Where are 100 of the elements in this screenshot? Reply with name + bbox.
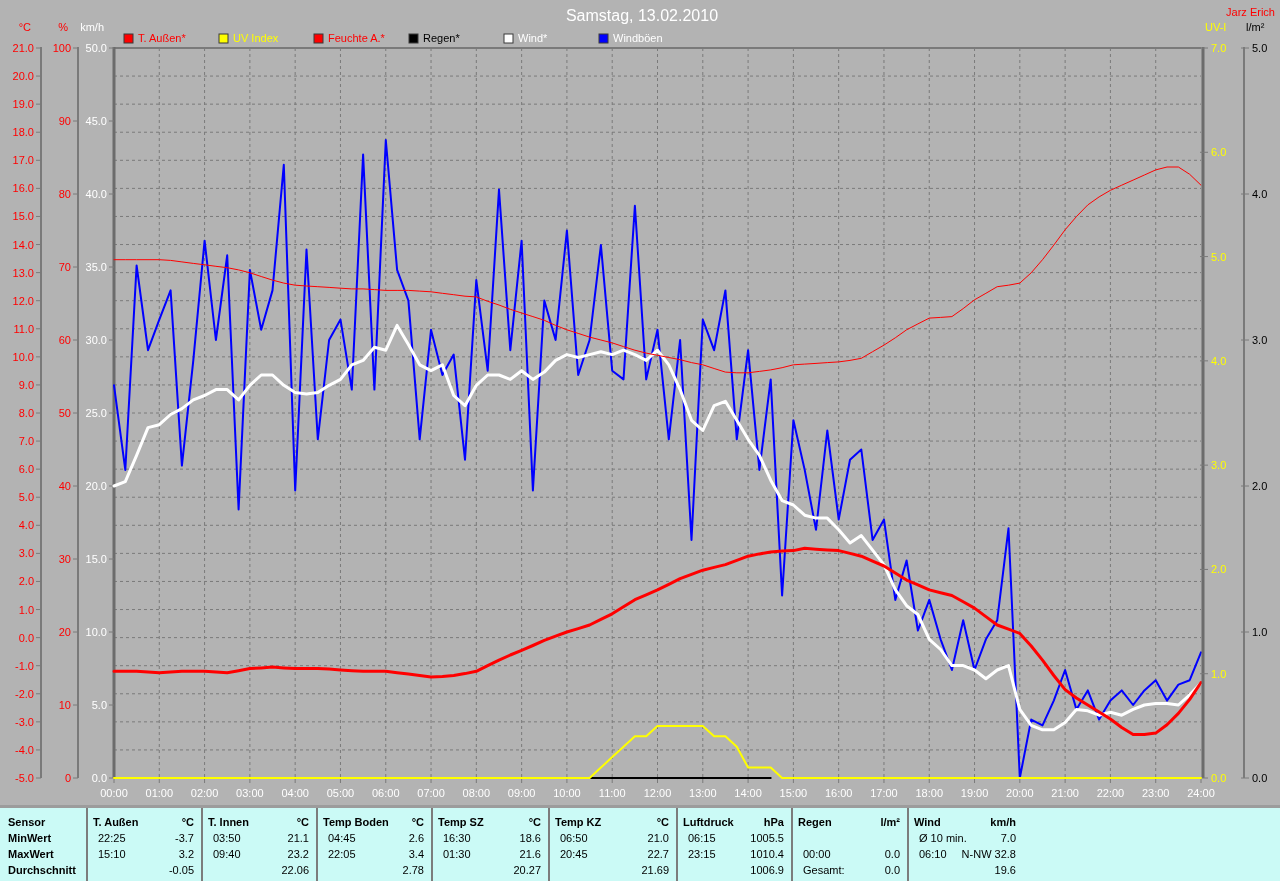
axis-tick-label: 10:00 bbox=[553, 787, 581, 799]
table-cell-text: 23:15 bbox=[687, 847, 716, 862]
axis-tick-label: 6.0 bbox=[1211, 146, 1227, 159]
axis-tick-label: 50.0 bbox=[85, 42, 107, 54]
axis-tick-label: 6.0 bbox=[18, 463, 34, 476]
row-label: MinWert bbox=[8, 831, 53, 846]
table-cell-text: 16:30 bbox=[442, 831, 471, 846]
table-cell-text: -0.05 bbox=[168, 863, 194, 878]
axis-tick-label: 21:00 bbox=[1051, 787, 1079, 799]
axis-tick-label: 3.0 bbox=[18, 547, 34, 560]
axis-tick-label: 05:00 bbox=[326, 787, 355, 799]
table-cell-text: 3.4 bbox=[408, 847, 424, 862]
axis-tick-label: 13.0 bbox=[12, 266, 34, 279]
axis-tick-label: 02:00 bbox=[190, 787, 219, 799]
axis-title: l/m² bbox=[1246, 21, 1265, 33]
axis-tick-label: 7.0 bbox=[1211, 42, 1227, 54]
axis-tick-label: 0 bbox=[64, 772, 71, 784]
column-header: T. Außen bbox=[92, 815, 139, 830]
table-header: Sensor bbox=[8, 815, 47, 830]
axis-tick-label: 40.0 bbox=[85, 188, 107, 200]
axis-title: % bbox=[58, 21, 68, 33]
column-header: Regen bbox=[797, 815, 832, 830]
axis-tick-label: 3.0 bbox=[1211, 459, 1227, 472]
axis-tick-label: 4.0 bbox=[1252, 188, 1268, 200]
table-cell-text: 20.27 bbox=[513, 863, 541, 878]
axis-tick-label: -2.0 bbox=[15, 687, 34, 700]
axis-tick-label: 40 bbox=[58, 480, 71, 492]
axis-tick-label: 04:00 bbox=[281, 787, 309, 799]
table-cell-text: -3.7 bbox=[175, 831, 194, 846]
table-cell-text: Gesamt: bbox=[802, 863, 845, 878]
axis-tick-label: 14:00 bbox=[734, 787, 762, 799]
axis-tick-label: 19.0 bbox=[12, 98, 34, 111]
axis-tick-label: 2.0 bbox=[18, 575, 34, 588]
table-cell-text: 2.78 bbox=[402, 863, 424, 878]
axis-tick-label: 90 bbox=[58, 115, 71, 127]
axis-tick-label: 8.0 bbox=[18, 407, 34, 419]
row-label: MaxWert bbox=[8, 847, 55, 862]
axis-tick-label: 20.0 bbox=[12, 70, 34, 83]
unit-label: °C bbox=[296, 815, 309, 830]
table-cell-text: 19.6 bbox=[994, 863, 1016, 878]
table-cell-text: 7.0 bbox=[1000, 831, 1016, 846]
axis-tick-label: 01:00 bbox=[145, 787, 174, 799]
axis-tick-label: 17.0 bbox=[12, 154, 34, 167]
axis-tick-label: 23:00 bbox=[1141, 787, 1170, 799]
author-name: Jarz Erich bbox=[1226, 6, 1275, 18]
axis-tick-label: 0.0 bbox=[1211, 772, 1227, 784]
axis-tick-label: 4.0 bbox=[1211, 354, 1227, 367]
axis-tick-label: 0.0 bbox=[18, 631, 34, 644]
legend-label: Regen* bbox=[423, 32, 460, 44]
axis-tick-label: 10 bbox=[58, 699, 71, 711]
unit-label: °C bbox=[181, 815, 194, 830]
column-header: Temp KZ bbox=[554, 815, 602, 830]
axis-tick-label: 22:00 bbox=[1096, 787, 1125, 799]
axis-tick-label: 00:00 bbox=[100, 787, 128, 799]
axis-tick-label: 17:00 bbox=[870, 787, 898, 799]
table-cell-text: 01:30 bbox=[442, 847, 471, 862]
axis-tick-label: 2.0 bbox=[1252, 480, 1268, 492]
axis-tick-label: 5.0 bbox=[18, 491, 34, 504]
axis-tick-label: -3.0 bbox=[15, 715, 34, 728]
axis-title: UV-I bbox=[1205, 21, 1227, 33]
table-cell-text: 20:45 bbox=[559, 847, 588, 862]
axis-tick-label: 3.0 bbox=[1252, 334, 1268, 346]
legend-label: Windböen bbox=[613, 32, 663, 44]
table-cell-text: 21.6 bbox=[519, 847, 541, 862]
table-cell-text: 06:15 bbox=[687, 831, 716, 846]
axis-tick-label: 15:00 bbox=[779, 787, 808, 799]
axis-tick-label: 12:00 bbox=[643, 787, 672, 799]
axis-tick-label: 5.0 bbox=[1252, 42, 1268, 54]
column-header: Wind bbox=[913, 815, 941, 830]
unit-label: °C bbox=[411, 815, 424, 830]
unit-label: l/m² bbox=[880, 815, 900, 830]
axis-tick-label: 30 bbox=[58, 553, 71, 565]
column-header: Temp SZ bbox=[437, 815, 484, 830]
axis-tick-label: 1.0 bbox=[1252, 626, 1268, 638]
table-cell-text: 1005.5 bbox=[750, 831, 784, 846]
axis-tick-label: 11.0 bbox=[13, 322, 34, 335]
table-cell-text: 21.1 bbox=[287, 831, 309, 846]
axis-tick-label: 12.0 bbox=[12, 294, 34, 307]
axis-title: °C bbox=[18, 21, 31, 33]
axis-tick-label: 5.0 bbox=[1211, 250, 1227, 263]
axis-tick-label: 80 bbox=[58, 188, 71, 200]
axis-tick-label: 07:00 bbox=[417, 787, 445, 799]
table-cell-text: 15:10 bbox=[97, 847, 126, 862]
legend-label: UV Index bbox=[233, 32, 279, 44]
unit-label: °C bbox=[656, 815, 669, 830]
axis-tick-label: 11:00 bbox=[598, 787, 626, 799]
axis-tick-label: 4.0 bbox=[18, 519, 34, 532]
table-cell-text: 22:25 bbox=[97, 831, 126, 846]
legend-label: Wind* bbox=[518, 32, 548, 44]
axis-tick-label: 24:00 bbox=[1187, 787, 1215, 799]
legend-label: T. Außen* bbox=[138, 32, 186, 44]
table-cell-text: 1010.4 bbox=[750, 847, 784, 862]
table-cell-text: 22.06 bbox=[281, 863, 309, 878]
axis-tick-label: -4.0 bbox=[15, 743, 34, 756]
axis-tick-label: 06:00 bbox=[372, 787, 400, 799]
legend-label: Feuchte A.* bbox=[328, 32, 385, 44]
axis-tick-label: -1.0 bbox=[15, 659, 34, 672]
axis-tick-label: 16.0 bbox=[12, 182, 34, 195]
table-cell-text: 1006.9 bbox=[750, 863, 784, 878]
axis-tick-label: 15.0 bbox=[12, 210, 34, 223]
